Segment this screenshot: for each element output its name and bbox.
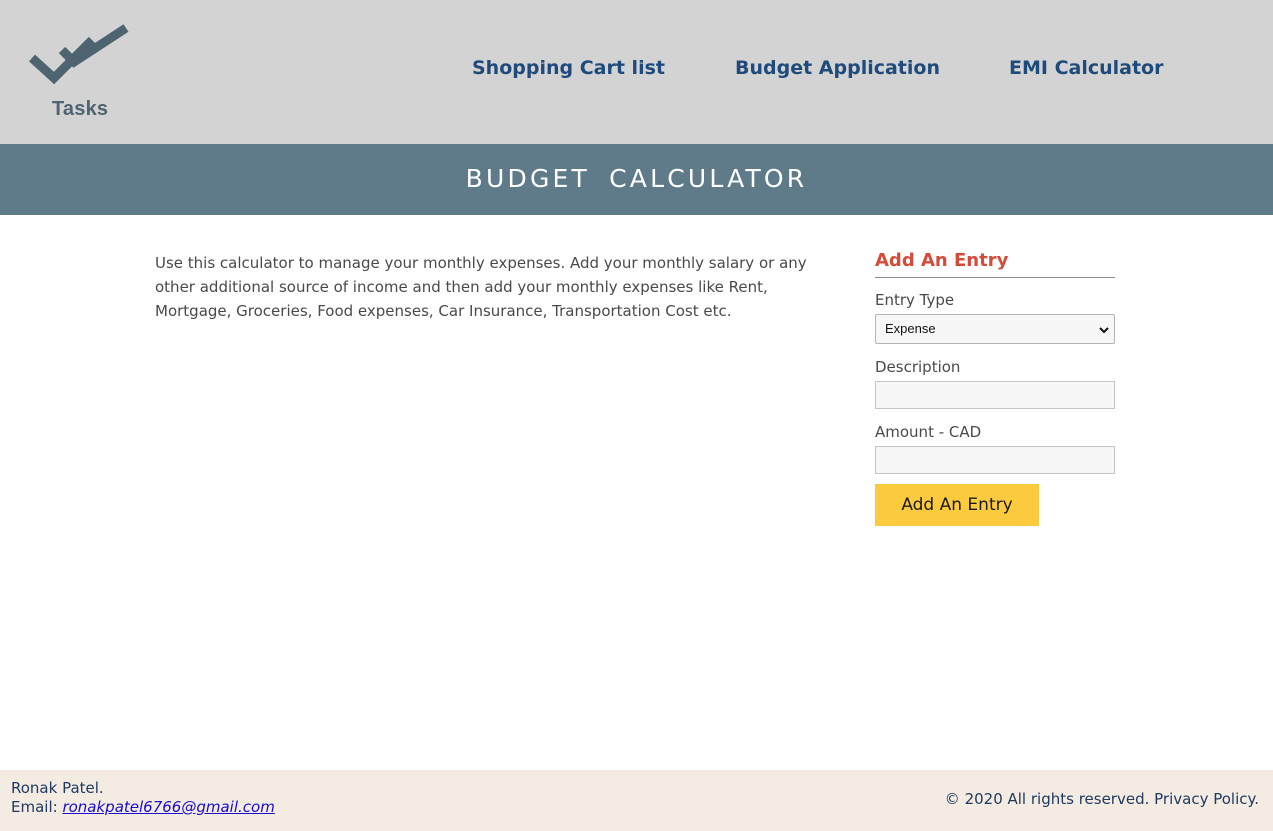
double-check-icon bbox=[28, 24, 129, 85]
add-entry-form: Add An Entry Entry Type Expense Descript… bbox=[875, 250, 1115, 526]
page-title: BUDGET CALCULATOR bbox=[465, 164, 808, 193]
page-banner: BUDGET CALCULATOR bbox=[0, 144, 1273, 215]
add-entry-button[interactable]: Add An Entry bbox=[875, 484, 1039, 526]
nav-link-shopping-cart[interactable]: Shopping Cart list bbox=[472, 57, 665, 79]
footer-author-name: Ronak Patel. bbox=[11, 779, 104, 797]
description-input[interactable] bbox=[875, 381, 1115, 409]
logo[interactable]: Tasks bbox=[28, 22, 132, 122]
logo-text: Tasks bbox=[52, 98, 109, 120]
amount-input[interactable] bbox=[875, 446, 1115, 474]
footer-copyright: © 2020 All rights reserved. Privacy Poli… bbox=[944, 790, 1259, 808]
entry-type-select[interactable]: Expense bbox=[875, 314, 1115, 344]
amount-label: Amount - CAD bbox=[875, 423, 982, 441]
footer-email-label: Email: bbox=[11, 798, 58, 816]
description-label: Description bbox=[875, 358, 961, 376]
form-heading: Add An Entry bbox=[875, 250, 1115, 278]
nav-link-budget-application[interactable]: Budget Application bbox=[735, 57, 940, 79]
footer-email-line: Email: ronakpatel6766@gmail.com bbox=[11, 798, 275, 816]
intro-text: Use this calculator to manage your month… bbox=[155, 254, 807, 320]
entry-type-value: Expense bbox=[885, 321, 936, 336]
nav-link-emi-calculator[interactable]: EMI Calculator bbox=[1009, 57, 1163, 79]
header: Tasks Shopping Cart list Budget Applicat… bbox=[0, 0, 1273, 144]
entry-type-label: Entry Type bbox=[875, 291, 955, 309]
footer-email-link[interactable]: ronakpatel6766@gmail.com bbox=[62, 798, 274, 816]
footer: Ronak Patel. Email: ronakpatel6766@gmail… bbox=[0, 770, 1273, 831]
chevron-down-icon bbox=[1099, 327, 1109, 334]
